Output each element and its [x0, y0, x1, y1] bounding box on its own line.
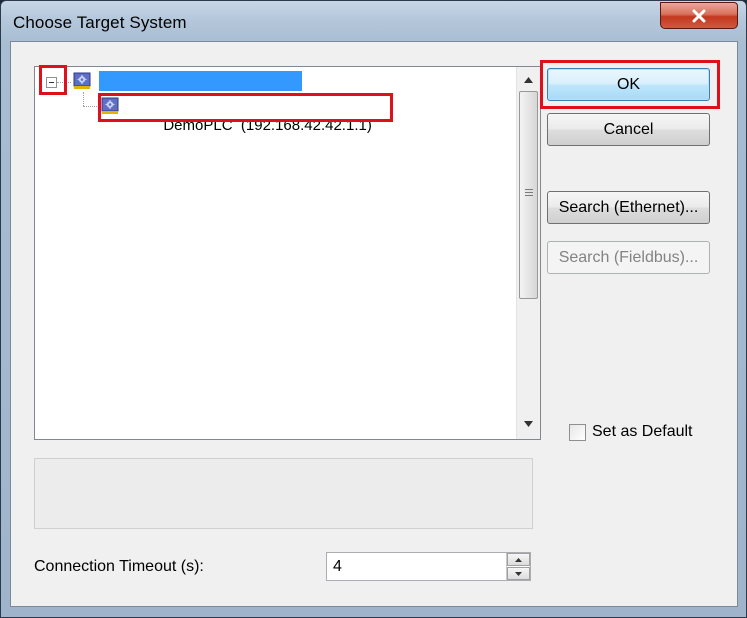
tree-node-demoplc[interactable]: DemoPLC (192.168.42.42.1.1) — [127, 96, 375, 134]
plc-system-icon — [101, 97, 119, 114]
choose-target-system-dialog: Choose Target System <Local> (10.0.2.15.… — [0, 0, 747, 618]
set-as-default-toggle[interactable]: Set as Default — [569, 421, 693, 443]
tree-connector — [57, 82, 71, 83]
grip-icon — [525, 189, 533, 199]
plc-system-icon — [73, 72, 91, 89]
target-system-tree[interactable]: <Local> (10.0.2.15.1.1) DemoPLC (192.168… — [34, 66, 541, 440]
dialog-client-area: <Local> (10.0.2.15.1.1) DemoPLC (192.168… — [10, 41, 738, 607]
search-ethernet-button[interactable]: Search (Ethernet)... — [547, 191, 710, 224]
connection-timeout-spinner — [326, 552, 531, 581]
spinner-buttons — [506, 553, 530, 580]
set-as-default-label: Set as Default — [592, 423, 693, 440]
spin-down-arrow-icon[interactable] — [507, 567, 530, 580]
status-message-area — [34, 458, 533, 529]
tree-connector — [83, 92, 84, 106]
close-x-icon — [692, 9, 706, 22]
scroll-up-arrow-icon[interactable] — [517, 69, 540, 91]
cancel-button[interactable]: Cancel — [547, 113, 710, 146]
tree-node-local[interactable]: <Local> (10.0.2.15.1.1) — [99, 71, 302, 109]
node-address: (192.168.42.42.1.1) — [240, 117, 372, 134]
ok-button[interactable]: OK — [547, 68, 710, 101]
window-title: Choose Target System — [13, 13, 187, 32]
scrollbar-thumb[interactable] — [519, 91, 538, 299]
set-as-default-checkbox[interactable] — [569, 423, 586, 441]
connection-timeout-label: Connection Timeout (s): — [34, 558, 204, 575]
close-button[interactable] — [660, 2, 738, 29]
spin-up-arrow-icon[interactable] — [507, 553, 530, 566]
tree-connector — [83, 106, 99, 107]
search-fieldbus-button: Search (Fieldbus)... — [547, 241, 710, 274]
title-bar[interactable]: Choose Target System — [1, 1, 746, 41]
tree-vertical-scrollbar[interactable] — [516, 67, 540, 439]
tree-expander-collapse-icon[interactable] — [46, 77, 57, 88]
scroll-down-arrow-icon[interactable] — [517, 413, 540, 435]
node-spacer — [233, 117, 241, 134]
connection-timeout-input[interactable] — [327, 553, 504, 580]
node-name: DemoPLC — [163, 117, 233, 134]
